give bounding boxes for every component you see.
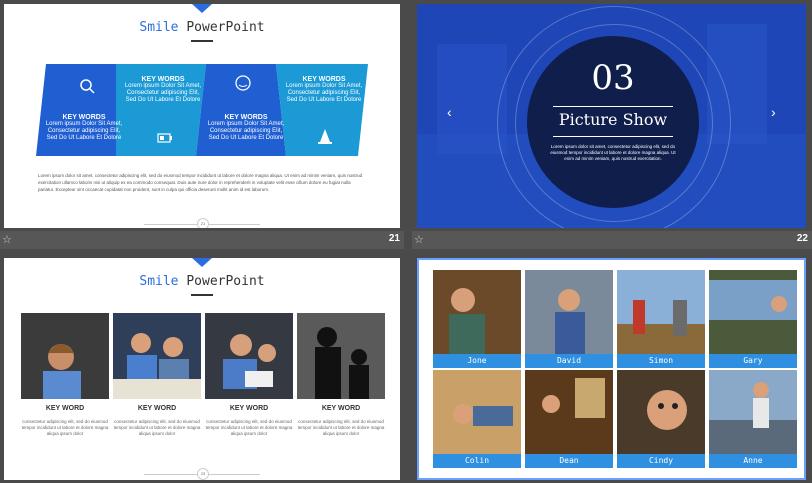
tile-label: Cindy: [617, 454, 705, 468]
keyword-box-2: KEY WORDS Lorem ipsum Dolor Sit Amet, Co…: [122, 76, 204, 168]
photo-tile: David: [525, 270, 613, 368]
section-number: 03: [591, 58, 635, 98]
photo-kids-desk: [113, 313, 201, 399]
tile-image: [709, 370, 797, 454]
tile-image: [525, 270, 613, 354]
tile-label: Simon: [617, 354, 705, 368]
title-powerpoint: PowerPoint: [186, 274, 265, 289]
photo-tile: Jone: [433, 270, 521, 368]
footer-page-marker: 21: [197, 218, 209, 228]
title-underline: [191, 294, 213, 296]
magnifier-icon: [72, 78, 102, 97]
section-title: Picture Show: [558, 110, 668, 129]
slide-21[interactable]: Smile PowerPoint KEY WORDS Lorem ipsum D…: [4, 4, 400, 228]
keyword-text: Lorem ipsum Dolor Sit Amet, Consectetur …: [207, 121, 285, 141]
title-divider-top: [553, 106, 673, 107]
top-triangle: [192, 258, 212, 267]
photo-tile: Gary: [709, 270, 797, 368]
tile-image: [709, 270, 797, 354]
smiley-icon: [228, 74, 258, 95]
key-word-heading: KEY WORD: [137, 405, 177, 412]
previous-arrow-icon[interactable]: ‹: [447, 104, 452, 120]
key-word-heading: KEY WORD: [229, 405, 269, 412]
slide-title: Smile PowerPoint: [4, 274, 400, 289]
title-smile: Smile: [139, 20, 179, 35]
title-divider-bottom: [553, 136, 673, 137]
slide-number: 22: [796, 233, 808, 244]
tile-image: [433, 370, 521, 454]
key-word-text: consectetur adipiscing elit, sed do eius…: [21, 419, 109, 436]
slide-22[interactable]: 03 Picture Show Lorem ipsum dolor sit am…: [417, 4, 806, 228]
slide-title: Smile PowerPoint: [4, 20, 400, 35]
tile-label: Dean: [525, 454, 613, 468]
keyword-heading: KEY WORDS: [141, 76, 185, 83]
keyword-text: Lorem ipsum Dolor Sit Amet, Consectetur …: [124, 83, 202, 103]
tile-image: [617, 370, 705, 454]
title-underline: [191, 40, 213, 42]
slide-number: 21: [388, 233, 400, 244]
tile-image: [617, 270, 705, 354]
keyword-text: Lorem ipsum Dolor Sit Amet, Consectetur …: [285, 83, 363, 103]
star-icon: ☆: [2, 234, 12, 246]
keyword-heading: KEY WORDS: [62, 114, 106, 121]
tile-label: Gary: [709, 354, 797, 368]
title-powerpoint: PowerPoint: [186, 20, 265, 35]
star-icon: ☆: [414, 234, 424, 246]
key-word-heading: KEY WORD: [45, 405, 85, 412]
slide-22-caption-bar: ☆ 22: [412, 231, 812, 249]
photo-girl: [21, 313, 109, 399]
slide-24[interactable]: Jone David Simon Gary Colin Dean Cindy A…: [417, 258, 806, 480]
photo-tile: Anne: [709, 370, 797, 468]
feature-circle: 03 Picture Show Lorem ipsum dolor sit am…: [527, 36, 699, 208]
slide-21-caption-bar: ☆ 21: [0, 231, 404, 249]
photo-tile: Colin: [433, 370, 521, 468]
keyword-heading: KEY WORDS: [302, 76, 346, 83]
key-word-text: consectetur adipiscing elit, sed do eius…: [113, 419, 201, 436]
keyword-heading: KEY WORDS: [224, 114, 268, 121]
next-arrow-icon[interactable]: ›: [771, 104, 776, 120]
keyword-box-4: KEY WORDS Lorem ipsum Dolor Sit Amet, Co…: [284, 76, 364, 168]
photo-tile: Simon: [617, 270, 705, 368]
key-word-text: consectetur adipiscing elit, sed do eius…: [205, 419, 293, 436]
cone-icon: [310, 128, 340, 147]
body-paragraph: Lorem ipsum dolor sit amet, consectetur …: [38, 173, 363, 192]
top-triangle: [192, 4, 212, 13]
key-word-text: consectetur adipiscing elit, sed do eius…: [297, 419, 385, 436]
keyword-text: Lorem ipsum Dolor Sit Amet, Consectetur …: [45, 121, 123, 141]
photo-kids-tablet: [205, 313, 293, 399]
tile-label: Jone: [433, 354, 521, 368]
tile-image: [525, 370, 613, 454]
footer-page-marker: 23: [197, 468, 209, 480]
photo-tile: Dean: [525, 370, 613, 468]
tile-label: Anne: [709, 454, 797, 468]
tile-label: David: [525, 354, 613, 368]
tile-image: [433, 270, 521, 354]
section-text: Lorem ipsum dolor sit amet, consectetur …: [550, 144, 676, 161]
key-word-heading: KEY WORD: [321, 405, 361, 412]
photo-silhouettes: [297, 313, 385, 399]
battery-icon: [150, 130, 180, 146]
tile-label: Colin: [433, 454, 521, 468]
photo-tile: Cindy: [617, 370, 705, 468]
slide-23[interactable]: Smile PowerPoint KEY WORD consectetur ad…: [4, 258, 400, 480]
title-smile: Smile: [139, 274, 179, 289]
